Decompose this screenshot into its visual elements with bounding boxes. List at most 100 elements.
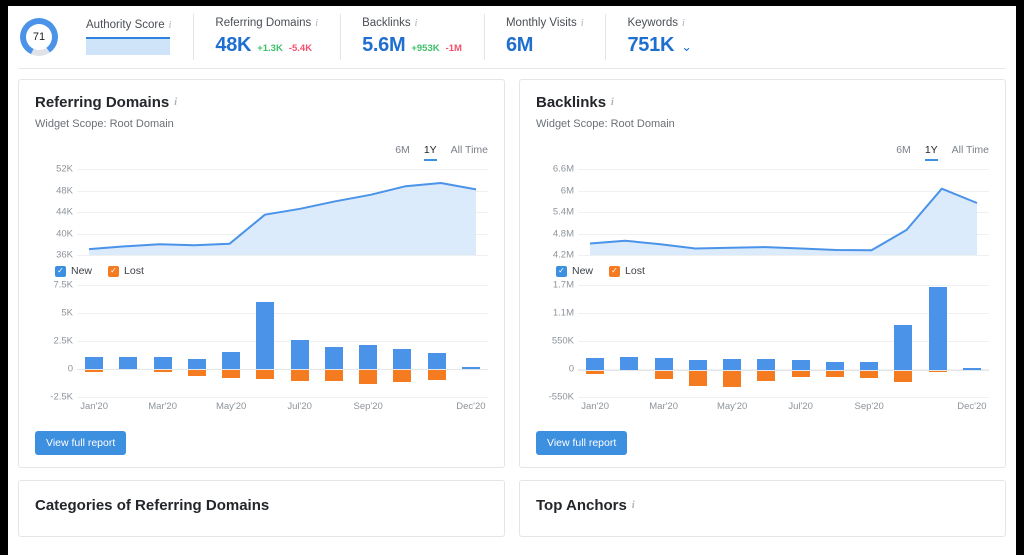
card-categories-of-referring-domains: Categories of Referring Domains bbox=[18, 480, 505, 537]
info-icon[interactable]: i bbox=[611, 97, 614, 108]
info-icon[interactable]: i bbox=[682, 18, 685, 29]
keywords-value: 751K bbox=[627, 34, 675, 56]
bar-lost[interactable] bbox=[688, 369, 707, 387]
x-axis-tick: May'20 bbox=[215, 401, 247, 412]
bar-new[interactable] bbox=[153, 356, 172, 369]
bar-new[interactable] bbox=[427, 353, 446, 369]
backlinks-delta-down: -1M bbox=[445, 43, 462, 54]
page-title: Backlinks bbox=[536, 94, 607, 111]
bar-new[interactable] bbox=[791, 359, 810, 370]
y-axis-tick: -2.5K bbox=[50, 391, 73, 403]
area-series bbox=[88, 182, 477, 255]
bar-new[interactable] bbox=[620, 357, 639, 370]
bar-lost[interactable] bbox=[427, 369, 446, 380]
metric-monthly-visits[interactable]: Monthly Visits i 6M bbox=[483, 10, 606, 64]
tab-range-all-time[interactable]: All Time bbox=[952, 144, 989, 161]
view-full-report-button[interactable]: View full report bbox=[536, 431, 628, 455]
bar-lost[interactable] bbox=[290, 369, 309, 382]
y-axis-tick: 4.8M bbox=[552, 228, 574, 239]
bar-lost[interactable] bbox=[757, 369, 776, 382]
bar-new[interactable] bbox=[654, 358, 673, 370]
info-icon[interactable]: i bbox=[315, 18, 318, 29]
bar-lost[interactable] bbox=[654, 369, 673, 379]
info-icon[interactable]: i bbox=[581, 18, 584, 29]
bar-lost[interactable] bbox=[894, 369, 913, 383]
legend-item-lost[interactable]: ✓ Lost bbox=[609, 265, 645, 277]
widget-scope-label: Widget Scope: Root Domain bbox=[35, 118, 174, 130]
card-backlinks: Backlinks i Widget Scope: Root Domain 6M… bbox=[519, 79, 1006, 468]
y-axis-tick: 52K bbox=[56, 163, 73, 175]
bar-lost[interactable] bbox=[860, 369, 879, 378]
chevron-down-icon[interactable]: ⌄ bbox=[681, 39, 692, 55]
y-axis-tick: 5K bbox=[61, 307, 73, 319]
authority-score-label: Authority Score bbox=[86, 19, 165, 31]
card-title-wrap: Backlinks i bbox=[536, 94, 989, 111]
y-axis-tick: 48K bbox=[56, 185, 73, 196]
y-axis-labels: 36K 40K 44K 48K 52K bbox=[35, 164, 77, 261]
bar-new[interactable] bbox=[688, 360, 707, 370]
bar-new[interactable] bbox=[359, 345, 378, 369]
bar-new[interactable] bbox=[119, 356, 138, 369]
metric-label-wrap: Keywords i bbox=[627, 17, 692, 29]
bar-new[interactable] bbox=[825, 362, 844, 370]
checkbox-new-icon[interactable]: ✓ bbox=[556, 265, 567, 277]
legend-item-lost[interactable]: ✓ Lost bbox=[108, 265, 144, 277]
info-icon[interactable]: i bbox=[169, 20, 172, 31]
bar-lost[interactable] bbox=[723, 369, 742, 387]
bar-new[interactable] bbox=[187, 358, 206, 369]
tab-range-all-time[interactable]: All Time bbox=[451, 144, 488, 161]
bar-new[interactable] bbox=[324, 346, 343, 369]
metric-referring-domains[interactable]: Referring Domains i 48K +1.3K -5.4K bbox=[193, 10, 340, 64]
area-chart-backlinks: 4.2M 4.8M 5.4M 6M 6.6M bbox=[536, 164, 989, 261]
bar-new[interactable] bbox=[928, 287, 947, 370]
referring-domains-delta-up: +1.3K bbox=[257, 43, 283, 54]
view-full-report-button[interactable]: View full report bbox=[35, 431, 127, 455]
info-icon[interactable]: i bbox=[632, 500, 635, 511]
x-axis-tick: Jan'20 bbox=[581, 401, 609, 412]
bar-new[interactable] bbox=[85, 356, 104, 369]
x-axis-tick: Jul'20 bbox=[287, 401, 312, 412]
backlinks-value: 5.6M bbox=[362, 34, 406, 56]
bar-lost[interactable] bbox=[256, 369, 275, 379]
bar-lost[interactable] bbox=[222, 369, 241, 378]
x-axis-tick: Jul'20 bbox=[788, 401, 813, 412]
y-axis-tick: 6M bbox=[560, 185, 574, 196]
bar-new[interactable] bbox=[757, 359, 776, 370]
bar-new[interactable] bbox=[393, 348, 412, 369]
metric-backlinks[interactable]: Backlinks i 5.6M +953K -1M bbox=[340, 10, 484, 64]
metric-label-wrap: Authority Score i bbox=[86, 19, 171, 31]
bar-lost[interactable] bbox=[791, 369, 810, 378]
bar-new[interactable] bbox=[723, 358, 742, 370]
metric-keywords[interactable]: Keywords i 751K ⌄ bbox=[605, 10, 714, 64]
info-icon[interactable]: i bbox=[174, 97, 177, 108]
baseline bbox=[578, 369, 989, 371]
legend-item-new[interactable]: ✓ New bbox=[556, 265, 593, 277]
bar-new[interactable] bbox=[256, 301, 275, 369]
baseline bbox=[77, 369, 488, 370]
checkbox-lost-icon[interactable]: ✓ bbox=[108, 265, 120, 277]
bar-new[interactable] bbox=[586, 358, 605, 370]
bar-new[interactable] bbox=[860, 361, 879, 370]
x-axis-labels: Jan'20 Mar'20 May'20 Jul'20 Sep'20 Dec'20 bbox=[77, 401, 488, 417]
bar-lost[interactable] bbox=[359, 369, 378, 385]
plot-area bbox=[578, 169, 989, 256]
bar-new[interactable] bbox=[290, 339, 309, 369]
tab-range-6m[interactable]: 6M bbox=[395, 144, 410, 161]
bar-lost[interactable] bbox=[393, 369, 412, 383]
bar-lost[interactable] bbox=[324, 369, 343, 381]
x-axis-tick: Sep'20 bbox=[854, 401, 884, 412]
tab-range-6m[interactable]: 6M bbox=[896, 144, 911, 161]
bar-lost[interactable] bbox=[187, 369, 206, 377]
info-icon[interactable]: i bbox=[415, 18, 418, 29]
legend-item-new[interactable]: ✓ New bbox=[55, 265, 92, 277]
y-axis-tick: -550K bbox=[548, 391, 574, 403]
checkbox-new-icon[interactable]: ✓ bbox=[55, 265, 66, 277]
bar-lost[interactable] bbox=[825, 369, 844, 377]
bar-new[interactable] bbox=[894, 324, 913, 370]
tab-range-1y[interactable]: 1Y bbox=[423, 144, 437, 161]
tab-range-1y[interactable]: 1Y bbox=[924, 144, 938, 161]
monthly-visits-label: Monthly Visits bbox=[505, 17, 577, 29]
y-axis-tick: 5.4M bbox=[552, 206, 574, 218]
bar-new[interactable] bbox=[222, 352, 241, 369]
checkbox-lost-icon[interactable]: ✓ bbox=[609, 265, 621, 277]
